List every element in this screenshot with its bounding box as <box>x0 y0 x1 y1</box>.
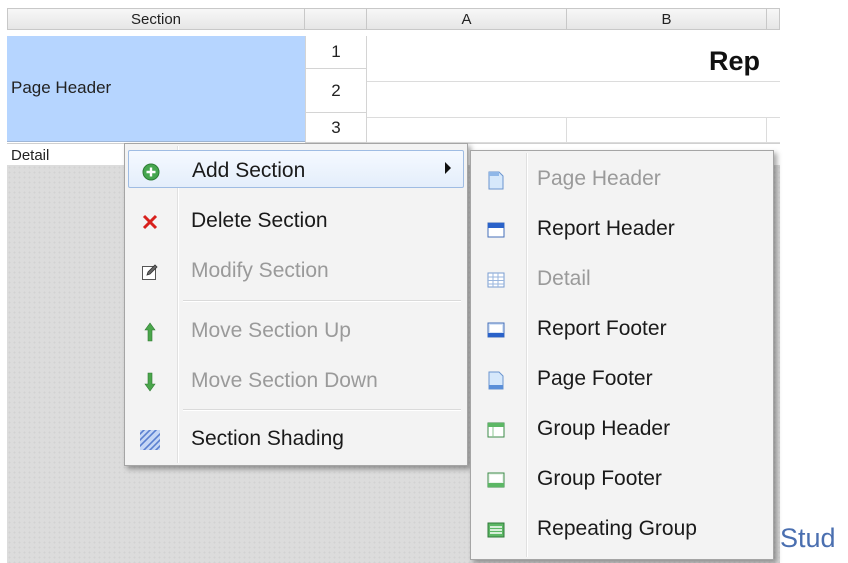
menu-separator <box>183 409 461 411</box>
row-number[interactable]: 2 <box>305 69 367 113</box>
context-menu: Add Section Delete Section Modify Sectio… <box>124 143 468 466</box>
report-header-icon <box>486 220 506 240</box>
add-section-item[interactable]: Add Section <box>128 150 464 188</box>
detail-icon <box>486 270 506 290</box>
column-header-section[interactable]: Section <box>7 8 305 30</box>
move-section-down-item[interactable]: Move Section Down <box>128 361 464 399</box>
menu-item-label: Section Shading <box>191 427 344 450</box>
group-header-icon <box>486 420 506 440</box>
submenu-item-detail[interactable]: Detail <box>474 259 770 297</box>
section-label: Detail <box>11 147 50 164</box>
menu-item-label: Page Header <box>537 167 661 190</box>
menu-item-label: Add Section <box>192 159 306 182</box>
plus-circle-icon <box>141 162 161 182</box>
submenu-item-report-footer[interactable]: Report Footer <box>474 309 770 347</box>
page-header-icon <box>486 170 506 190</box>
watermark-text: Stud <box>780 523 836 553</box>
down-arrow-icon <box>140 372 160 392</box>
submenu-item-repeating-group[interactable]: Repeating Group <box>474 509 770 547</box>
row-number[interactable]: 1 <box>305 36 367 69</box>
menu-separator <box>183 300 461 302</box>
report-footer-icon <box>486 320 506 340</box>
menu-item-label: Repeating Group <box>537 517 697 540</box>
shading-icon <box>140 430 160 450</box>
repeating-group-icon <box>486 520 506 540</box>
menu-item-label: Group Footer <box>537 467 662 490</box>
menu-item-label: Modify Section <box>191 259 329 282</box>
submenu-item-group-footer[interactable]: Group Footer <box>474 459 770 497</box>
section-shading-item[interactable]: Section Shading <box>128 419 464 457</box>
column-header-a[interactable]: A <box>367 8 567 30</box>
move-section-up-item[interactable]: Move Section Up <box>128 311 464 349</box>
submenu-item-page-header[interactable]: Page Header <box>474 159 770 197</box>
page-footer-icon <box>486 370 506 390</box>
menu-item-label: Delete Section <box>191 209 328 232</box>
up-arrow-icon <box>140 322 160 342</box>
group-footer-icon <box>486 470 506 490</box>
menu-item-label: Move Section Down <box>191 369 378 392</box>
grid-row[interactable] <box>367 118 780 143</box>
column-header-c[interactable] <box>767 8 780 30</box>
section-page-header[interactable]: Page Header <box>7 36 305 142</box>
submenu-item-group-header[interactable]: Group Header <box>474 409 770 447</box>
edit-icon <box>140 262 160 282</box>
delete-section-item[interactable]: Delete Section <box>128 201 464 239</box>
menu-item-label: Page Footer <box>537 367 653 390</box>
row-number[interactable]: 3 <box>305 113 367 143</box>
grid-divider <box>566 118 567 143</box>
menu-item-label: Move Section Up <box>191 319 351 342</box>
report-title-cell[interactable]: Rep <box>709 46 760 77</box>
red-x-icon <box>140 212 160 232</box>
grid-row[interactable] <box>367 82 780 118</box>
submenu-item-report-header[interactable]: Report Header <box>474 209 770 247</box>
add-section-submenu: Page Header Report Header Detail Report … <box>470 150 774 560</box>
menu-item-label: Group Header <box>537 417 671 440</box>
menu-item-label: Detail <box>537 267 591 290</box>
section-label: Page Header <box>11 78 112 97</box>
submenu-arrow-icon <box>445 162 451 174</box>
submenu-item-page-footer[interactable]: Page Footer <box>474 359 770 397</box>
column-header-rownum <box>305 8 367 30</box>
modify-section-item[interactable]: Modify Section <box>128 251 464 289</box>
menu-item-label: Report Header <box>537 217 675 240</box>
grid-divider <box>766 118 767 143</box>
column-header-b[interactable]: B <box>567 8 767 30</box>
menu-item-label: Report Footer <box>537 317 667 340</box>
